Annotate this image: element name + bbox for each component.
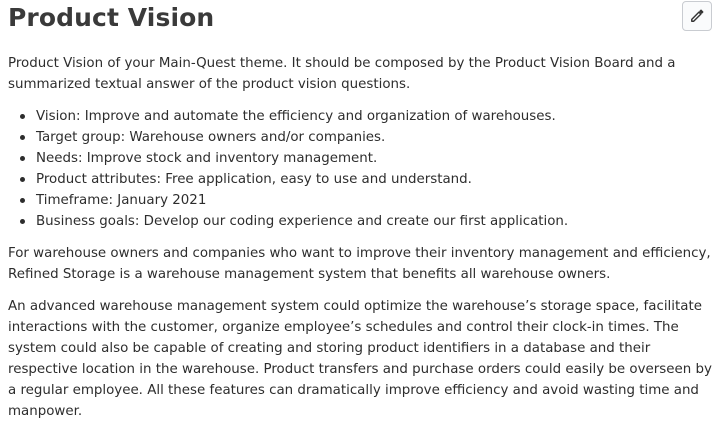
- list-item: Timeframe: January 2021: [20, 190, 720, 211]
- vision-bullet-list: Vision: Improve and automate the efficie…: [8, 106, 720, 232]
- summary-paragraph: For warehouse owners and companies who w…: [8, 246, 711, 282]
- page-title: Product Vision: [8, 3, 215, 32]
- edit-button[interactable]: [682, 1, 712, 31]
- list-item: Target group: Warehouse owners and/or co…: [20, 127, 720, 148]
- intro-paragraph: Product Vision of your Main-Quest theme.…: [8, 56, 676, 92]
- list-item: Product attributes: Free application, ea…: [20, 169, 720, 190]
- details-paragraph: An advanced warehouse management system …: [8, 299, 712, 419]
- list-item: Business goals: Develop our coding exper…: [20, 211, 720, 232]
- list-item: Needs: Improve stock and inventory manag…: [20, 148, 720, 169]
- list-item: Vision: Improve and automate the efficie…: [20, 106, 720, 127]
- description-body: Product Vision of your Main-Quest theme.…: [8, 53, 720, 433]
- pencil-icon: [691, 9, 704, 22]
